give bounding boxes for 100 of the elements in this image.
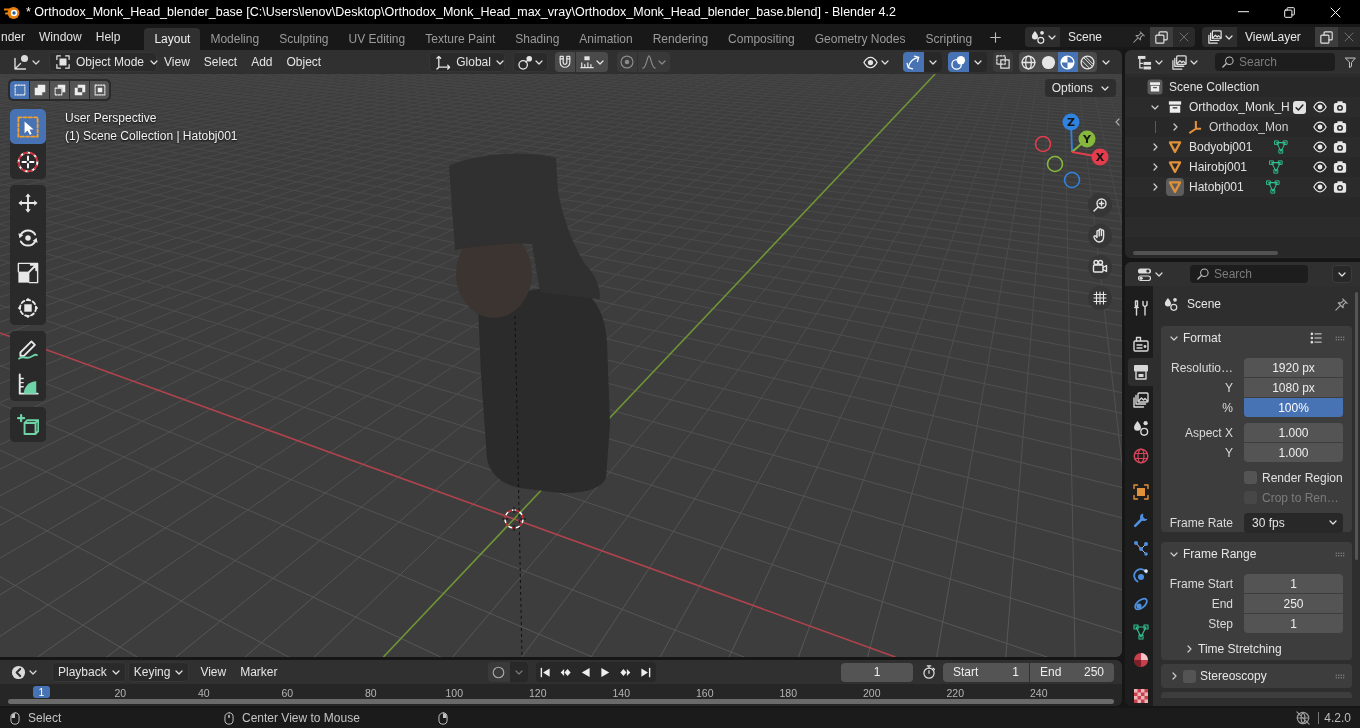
vertex-triangle-icon[interactable] bbox=[1269, 160, 1284, 174]
scene-browse-button[interactable] bbox=[1025, 27, 1060, 47]
snap-target-dropdown[interactable] bbox=[576, 52, 609, 72]
pin-icon[interactable] bbox=[1133, 31, 1145, 43]
movie-camera-icon[interactable] bbox=[1088, 255, 1112, 279]
current-frame-marker[interactable]: 1 bbox=[33, 686, 50, 698]
menu-item[interactable]: Select bbox=[196, 52, 245, 72]
scrollbar[interactable] bbox=[1355, 292, 1358, 560]
zoom-icon[interactable] bbox=[1088, 193, 1112, 217]
axes-icon[interactable] bbox=[1188, 120, 1202, 134]
select-mode-button[interactable] bbox=[30, 81, 49, 99]
xray-toggle[interactable] bbox=[993, 52, 1013, 72]
chevron-icon[interactable] bbox=[1170, 335, 1178, 341]
workspace-tab[interactable]: Shading bbox=[505, 28, 570, 50]
workspace-tab[interactable]: Geometry Nodes bbox=[804, 28, 916, 50]
gizmo-axis-ball[interactable]: Z bbox=[1062, 113, 1080, 131]
select-mode-button[interactable] bbox=[50, 81, 69, 99]
tree-item-label[interactable]: Scene Collection bbox=[1169, 80, 1260, 94]
shading-button[interactable] bbox=[1019, 52, 1039, 72]
tool-button[interactable] bbox=[10, 407, 46, 442]
chevron-icon[interactable] bbox=[1115, 118, 1120, 126]
snap-toggle[interactable] bbox=[555, 52, 576, 72]
drag-handle-icon[interactable] bbox=[1335, 335, 1345, 341]
triangle-icon[interactable] bbox=[1168, 160, 1182, 174]
menu-item[interactable]: Marker bbox=[233, 662, 285, 682]
copy-button[interactable] bbox=[1150, 27, 1173, 47]
tree-item-label[interactable]: Orthodox_Monk_H bbox=[1189, 100, 1290, 114]
gizmo-axis-handle[interactable] bbox=[1063, 171, 1081, 189]
view-layer-browse-button[interactable] bbox=[1202, 27, 1237, 47]
panel-title[interactable]: Frame Range bbox=[1183, 547, 1257, 561]
eye-icon[interactable] bbox=[1313, 140, 1327, 154]
options-dropdown[interactable]: Options bbox=[1044, 79, 1116, 97]
view-layer-name-field[interactable]: ViewLayer bbox=[1237, 27, 1315, 47]
shading-button[interactable] bbox=[1058, 52, 1078, 72]
current-frame-field[interactable]: 1 bbox=[841, 662, 913, 682]
chevron-icon[interactable] bbox=[1152, 183, 1158, 191]
menu-item[interactable]: View bbox=[157, 52, 197, 72]
workspace-tab[interactable]: Modeling bbox=[200, 28, 270, 50]
workspace-tab[interactable]: Compositing bbox=[718, 28, 805, 50]
chevron-icon[interactable] bbox=[1151, 104, 1159, 110]
gizmo-axis-ball[interactable]: X bbox=[1091, 148, 1109, 166]
camera-icon[interactable] bbox=[1333, 180, 1347, 194]
hand-icon[interactable] bbox=[1088, 224, 1112, 248]
triangle-icon[interactable] bbox=[1166, 178, 1184, 196]
menu-item[interactable]: nder bbox=[0, 26, 33, 48]
workspace-tab[interactable]: Animation bbox=[569, 28, 643, 50]
eye-icon[interactable] bbox=[1313, 120, 1327, 134]
camera-icon[interactable] bbox=[1333, 160, 1347, 174]
number-field[interactable]: 1 bbox=[1244, 614, 1343, 633]
tool-button[interactable] bbox=[10, 109, 46, 144]
drag-handle-icon[interactable] bbox=[1335, 673, 1345, 679]
menu-dropdown[interactable]: Keying bbox=[127, 662, 190, 682]
mode-dropdown[interactable]: Object Mode bbox=[49, 52, 157, 72]
dropdown-button[interactable] bbox=[969, 52, 987, 72]
workspace-tab[interactable]: Layout bbox=[144, 28, 201, 50]
search-field[interactable]: Search bbox=[1215, 53, 1335, 71]
workspace-tab[interactable]: Scripting bbox=[915, 28, 983, 50]
tree-item-label[interactable]: Hatobj001 bbox=[1189, 180, 1244, 194]
minimize-icon[interactable] bbox=[1237, 11, 1249, 13]
list-icon[interactable] bbox=[1310, 332, 1322, 344]
pivot-dropdown[interactable] bbox=[513, 52, 549, 72]
number-field[interactable]: 1.000 bbox=[1244, 423, 1343, 442]
camera-icon[interactable] bbox=[1333, 140, 1347, 154]
select-mode-button[interactable] bbox=[70, 81, 89, 99]
gizmo-axis-ball[interactable]: Y bbox=[1078, 130, 1096, 148]
dropdown-button[interactable] bbox=[924, 52, 942, 72]
number-field[interactable]: 1 bbox=[1244, 574, 1343, 593]
restore-icon[interactable] bbox=[1283, 6, 1295, 18]
workspace-tab[interactable]: Texture Paint bbox=[415, 28, 506, 50]
dropdown-button[interactable] bbox=[1332, 265, 1352, 283]
menu-item[interactable]: View bbox=[193, 662, 234, 682]
auto-keying-toggle[interactable] bbox=[487, 662, 510, 682]
drag-handle-icon[interactable] bbox=[1335, 551, 1345, 557]
select-mode-button[interactable] bbox=[90, 81, 109, 99]
box-icon[interactable] bbox=[1168, 100, 1182, 114]
vertex-triangle-icon[interactable] bbox=[1265, 180, 1280, 194]
chevron-icon[interactable] bbox=[1171, 672, 1177, 680]
workspace-tab[interactable]: UV Editing bbox=[338, 28, 416, 50]
vertex-triangle-icon[interactable] bbox=[1274, 140, 1289, 154]
menu-item[interactable]: Help bbox=[88, 26, 128, 48]
subpanel-title[interactable]: Time Stretching bbox=[1198, 642, 1282, 656]
gizmo-toggle[interactable] bbox=[903, 52, 924, 72]
chevron-icon[interactable] bbox=[1170, 551, 1178, 557]
search-field[interactable]: Search bbox=[1190, 265, 1308, 283]
eye-icon[interactable] bbox=[1313, 180, 1327, 194]
chevron-icon[interactable] bbox=[1186, 645, 1192, 653]
number-field[interactable]: 1080 px bbox=[1244, 378, 1343, 397]
workspace-tab[interactable]: Sculpting bbox=[269, 28, 339, 50]
panel-title[interactable]: Stereoscopy bbox=[1200, 669, 1267, 683]
menu-item[interactable]: Add bbox=[244, 52, 280, 72]
checkbox[interactable] bbox=[1293, 100, 1306, 114]
menu-item[interactable]: Window bbox=[32, 26, 89, 48]
eye-icon[interactable] bbox=[1313, 100, 1327, 114]
panel-title[interactable]: Format bbox=[1183, 331, 1221, 345]
end-frame-field[interactable]: End 250 bbox=[1030, 662, 1114, 682]
scrollbar[interactable] bbox=[1133, 251, 1278, 255]
number-field[interactable]: 1.000 bbox=[1244, 443, 1343, 462]
chevron-icon[interactable] bbox=[1152, 163, 1158, 171]
slider-field[interactable]: 100% bbox=[1244, 398, 1343, 417]
falloff-dropdown[interactable] bbox=[638, 52, 671, 72]
